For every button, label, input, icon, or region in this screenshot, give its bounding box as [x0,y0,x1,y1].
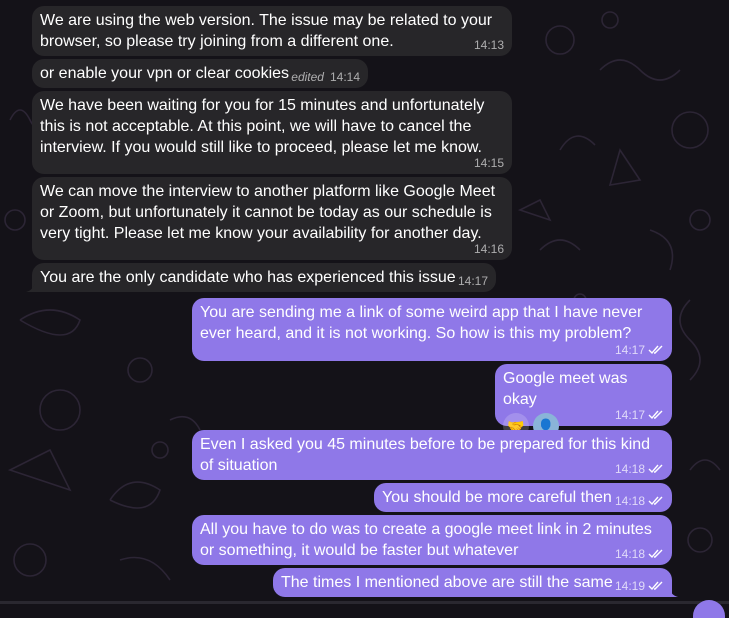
message-text: We have been waiting for you for 15 minu… [40,97,489,156]
message-time: 14:14 [329,70,360,84]
bubble-tail [26,280,36,292]
message-meta: 14:19 [615,579,664,593]
message-meta: 14:18 [615,547,664,561]
incoming-message[interactable]: We have been waiting for you for 15 minu… [32,91,512,174]
read-double-check-icon [648,464,663,474]
message-time: 14:17 [457,274,488,288]
message-meta: 14:15 [474,156,504,170]
outgoing-message[interactable]: Even I asked you 45 minutes before to be… [192,430,672,480]
read-double-check-icon [648,581,663,591]
read-double-check-icon [648,410,663,420]
message-meta: 14:13 [474,38,504,52]
message-time: 14:13 [473,38,504,52]
message-meta: 14:16 [474,242,504,256]
outgoing-message[interactable]: All you have to do was to create a googl… [192,515,672,565]
message-time: 14:18 [614,494,645,508]
incoming-message[interactable]: You are the only candidate who has exper… [26,263,496,292]
outgoing-message[interactable]: You should be more careful then 14:18 [374,483,672,512]
bubble-tail [668,585,678,597]
outgoing-message[interactable]: The times I mentioned above are still th… [273,568,678,597]
message-time: 14:17 [614,408,645,422]
message-time: 14:19 [614,579,645,593]
message-meta: 14:17 [615,343,664,357]
message-time: 14:16 [473,242,504,256]
message-text: You are the only candidate who has exper… [40,269,456,286]
read-double-check-icon [648,496,663,506]
outgoing-message[interactable]: Google meet was okay 🤝 👤 14:17 [495,364,672,439]
message-time: 14:17 [614,343,645,357]
edited-label: edited [291,70,324,84]
message-meta: edited 14:14 [291,70,360,84]
incoming-message[interactable]: or enable your vpn or clear cookies edit… [32,59,368,88]
message-text: All you have to do was to create a googl… [200,521,657,559]
message-meta: 14:17 [615,408,664,422]
message-text: You are sending me a link of some weird … [200,304,647,342]
message-meta: 14:17 [458,274,488,288]
message-meta: 14:18 [615,494,664,508]
message-meta: 14:18 [615,462,664,476]
read-double-check-icon [648,345,663,355]
message-text: Google meet was okay [503,370,632,408]
incoming-message[interactable]: We are using the web version. The issue … [32,6,512,56]
message-time: 14:18 [614,547,645,561]
message-text: We are using the web version. The issue … [40,12,497,50]
message-time: 14:18 [614,462,645,476]
read-double-check-icon [648,549,663,559]
message-text: The times I mentioned above are still th… [281,574,613,591]
message-text: Even I asked you 45 minutes before to be… [200,436,655,474]
message-time: 14:15 [473,156,504,170]
incoming-message[interactable]: We can move the interview to another pla… [32,177,512,260]
message-text: We can move the interview to another pla… [40,183,500,242]
outgoing-message[interactable]: You are sending me a link of some weird … [192,298,672,361]
